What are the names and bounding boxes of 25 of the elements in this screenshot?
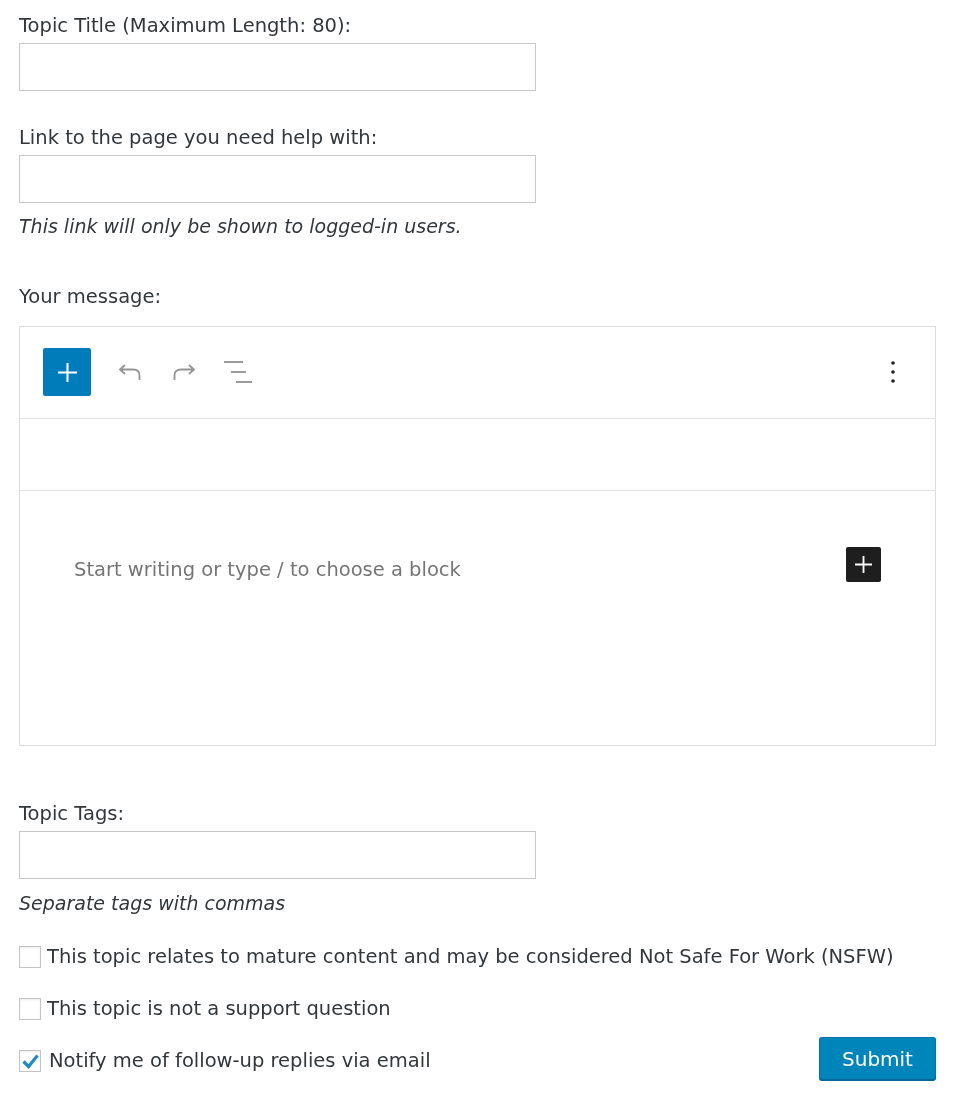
plus-icon xyxy=(855,556,872,573)
list-view-icon xyxy=(224,361,252,383)
more-options-icon xyxy=(891,361,895,383)
paragraph-input[interactable]: Start writing or type / to choose a block xyxy=(74,551,846,587)
add-block-button[interactable] xyxy=(846,547,881,582)
checkbox-label: Notify me of follow-up replies via email xyxy=(49,1048,431,1074)
text-input[interactable] xyxy=(19,155,536,203)
checkbox[interactable] xyxy=(19,1050,41,1072)
checkbox[interactable] xyxy=(19,946,41,968)
field-label: Link to the page you need help with: xyxy=(19,125,378,151)
check-icon xyxy=(21,1053,39,1069)
undo-icon xyxy=(118,364,142,380)
checkbox[interactable] xyxy=(19,998,41,1020)
field-label: Topic Title (Maximum Length: 80): xyxy=(19,13,352,39)
checkbox-label: This topic relates to mature content and may be considered Not Safe For Work (NSFW) xyxy=(47,944,894,970)
field-label: Topic Tags: xyxy=(19,801,124,827)
plus-icon xyxy=(57,362,77,382)
field-label: Your message: xyxy=(19,284,162,310)
text-input[interactable] xyxy=(19,43,536,91)
submit-button[interactable]: Submit xyxy=(819,1037,936,1080)
field-hint: Separate tags with commas xyxy=(19,891,286,916)
redo-icon xyxy=(172,364,196,380)
tags-input[interactable] xyxy=(19,831,536,879)
field-hint: This link will only be shown to logged-in users. xyxy=(19,214,462,239)
checkbox-label: This topic is not a support question xyxy=(47,996,391,1022)
